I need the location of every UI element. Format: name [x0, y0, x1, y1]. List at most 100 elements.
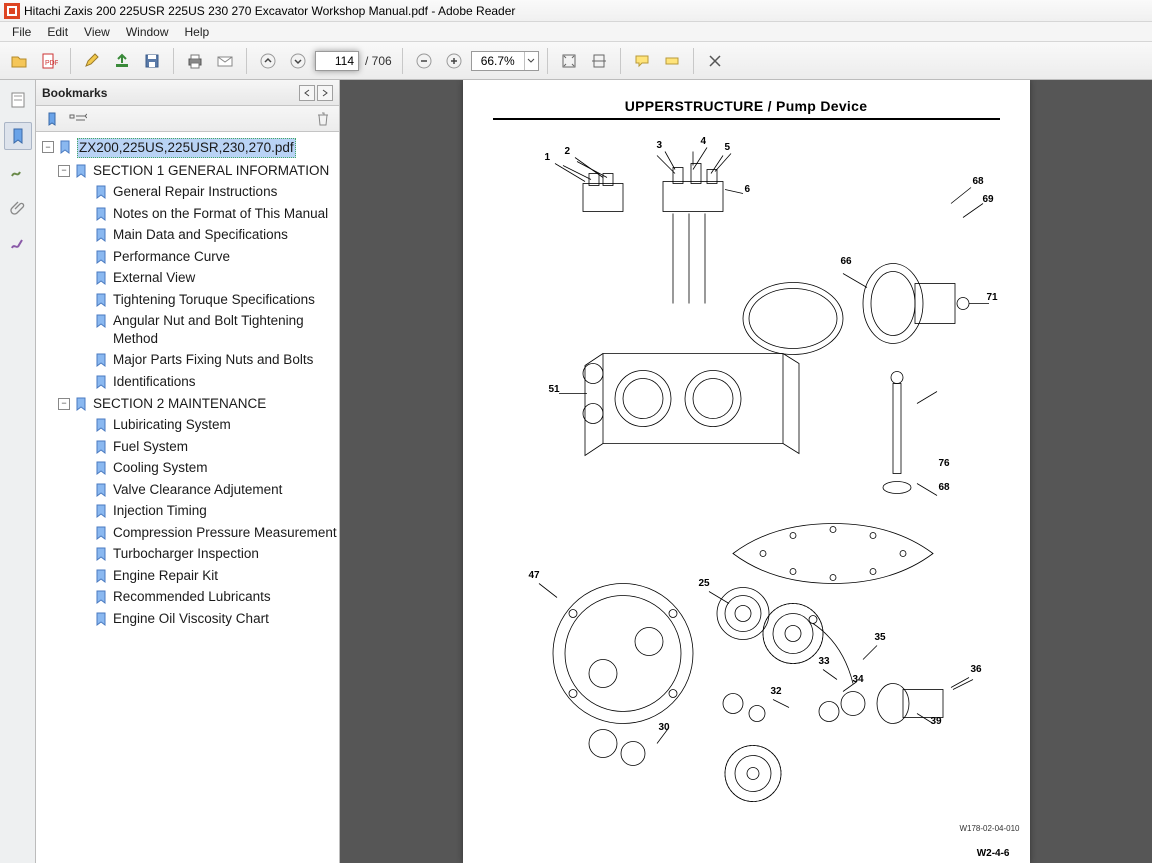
bookmarks-tree[interactable]: −ZX200,225US,225USR,230,270.pdf−SECTION …	[36, 132, 339, 863]
tree-toggle[interactable]: −	[58, 165, 70, 177]
comment-button[interactable]	[629, 48, 655, 74]
menu-window[interactable]: Window	[118, 23, 177, 41]
bookmark-item[interactable]: Lubiricating System	[38, 414, 337, 436]
collapse-button[interactable]	[299, 85, 315, 101]
bookmark-item[interactable]: Performance Curve	[38, 246, 337, 268]
save-button[interactable]	[139, 48, 165, 74]
callout-34: 34	[853, 674, 864, 685]
highlight-button[interactable]	[659, 48, 685, 74]
callout-32: 32	[771, 686, 782, 697]
bookmark-item[interactable]: Angular Nut and Bolt Tightening Method	[38, 310, 337, 349]
bookmark-label: General Repair Instructions	[113, 183, 277, 201]
zoom-dropdown[interactable]	[524, 52, 538, 70]
bookmark-label: Injection Timing	[113, 502, 207, 520]
bookmark-root[interactable]: −ZX200,225US,225USR,230,270.pdf	[38, 136, 337, 160]
bookmark-item[interactable]: General Repair Instructions	[38, 181, 337, 203]
create-pdf-button[interactable]: PDF	[36, 48, 62, 74]
bookmark-item[interactable]: Identifications	[38, 371, 337, 393]
callout-6: 6	[745, 184, 751, 195]
document-viewer[interactable]: UPPERSTRUCTURE / Pump Device	[340, 80, 1152, 863]
bookmark-item[interactable]: Recommended Lubricants	[38, 586, 337, 608]
callout-71: 71	[987, 292, 998, 303]
zoom-out-button[interactable]	[411, 48, 437, 74]
fit-page-button[interactable]	[556, 48, 582, 74]
fit-width-button[interactable]	[586, 48, 612, 74]
zoom-input-wrap	[471, 51, 539, 71]
zoom-in-button[interactable]	[441, 48, 467, 74]
read-mode-button[interactable]	[702, 48, 728, 74]
sign-tab[interactable]	[4, 230, 32, 258]
new-bookmark-button[interactable]	[42, 109, 62, 129]
bookmark-icon	[93, 227, 109, 243]
bookmark-section[interactable]: −SECTION 1 GENERAL INFORMATION	[38, 160, 337, 182]
tree-toggle[interactable]: −	[42, 141, 54, 153]
bookmark-icon	[93, 292, 109, 308]
callout-4: 4	[701, 136, 707, 147]
bookmark-icon	[93, 352, 109, 368]
bookmark-item[interactable]: Tightening Toruque Specifications	[38, 289, 337, 311]
nav-strip	[0, 80, 36, 863]
bookmark-label: Identifications	[113, 373, 196, 391]
bookmarks-tab[interactable]	[4, 122, 32, 150]
tree-toggle[interactable]: −	[58, 398, 70, 410]
bookmarks-header: Bookmarks	[36, 80, 339, 106]
email-button[interactable]	[212, 48, 238, 74]
bookmark-item[interactable]: Valve Clearance Adjutement	[38, 479, 337, 501]
bookmark-label: Engine Oil Viscosity Chart	[113, 610, 269, 628]
page-number: W2-4-6	[977, 848, 1010, 859]
bookmark-item[interactable]: Cooling System	[38, 457, 337, 479]
bookmark-icon	[73, 396, 89, 412]
bookmark-icon	[93, 439, 109, 455]
page-up-button[interactable]	[255, 48, 281, 74]
separator	[246, 48, 247, 74]
bookmark-item[interactable]: Major Parts Fixing Nuts and Bolts	[38, 349, 337, 371]
options-button[interactable]	[68, 109, 88, 129]
attachments-tab[interactable]	[4, 194, 32, 222]
callout-69: 69	[983, 194, 994, 205]
callout-1: 1	[545, 152, 551, 163]
thumbnails-tab[interactable]	[4, 86, 32, 114]
exploded-diagram: 1 2 3 4 5 6 25 30 32 33 34 35 36 39 47 5…	[493, 140, 1000, 827]
bookmark-icon	[93, 270, 109, 286]
bookmarks-tools	[36, 106, 339, 132]
callout-33: 33	[819, 656, 830, 667]
callout-39: 39	[931, 716, 942, 727]
title-rule	[493, 118, 1000, 120]
print-button[interactable]	[182, 48, 208, 74]
separator	[402, 48, 403, 74]
bookmark-icon	[93, 184, 109, 200]
page-number-input[interactable]	[315, 51, 359, 71]
bookmark-item[interactable]: Injection Timing	[38, 500, 337, 522]
bookmark-item[interactable]: Main Data and Specifications	[38, 224, 337, 246]
bookmark-item[interactable]: Turbocharger Inspection	[38, 543, 337, 565]
export-button[interactable]	[109, 48, 135, 74]
separator	[173, 48, 174, 74]
bookmark-item[interactable]: Engine Repair Kit	[38, 565, 337, 587]
expand-button[interactable]	[317, 85, 333, 101]
menu-file[interactable]: File	[4, 23, 39, 41]
menu-edit[interactable]: Edit	[39, 23, 76, 41]
separator	[693, 48, 694, 74]
delete-bookmark-button[interactable]	[313, 109, 333, 129]
callout-2: 2	[565, 146, 571, 157]
page-count-label: / 706	[363, 54, 394, 68]
bookmark-item[interactable]: External View	[38, 267, 337, 289]
callout-35: 35	[875, 632, 886, 643]
bookmark-item[interactable]: Fuel System	[38, 436, 337, 458]
bookmark-label: SECTION 2 MAINTENANCE	[93, 395, 266, 413]
open-button[interactable]	[6, 48, 32, 74]
bookmark-icon	[93, 206, 109, 222]
bookmark-item[interactable]: Engine Oil Viscosity Chart	[38, 608, 337, 630]
signature-tab[interactable]	[4, 158, 32, 186]
edit-button[interactable]	[79, 48, 105, 74]
zoom-input[interactable]	[472, 52, 524, 70]
page-down-button[interactable]	[285, 48, 311, 74]
bookmark-item[interactable]: Compression Pressure Measurement	[38, 522, 337, 544]
bookmark-icon	[93, 313, 109, 329]
bookmark-icon	[93, 417, 109, 433]
bookmark-label: Notes on the Format of This Manual	[113, 205, 328, 223]
bookmark-section[interactable]: − SECTION 2 MAINTENANCE	[38, 393, 337, 415]
menu-help[interactable]: Help	[177, 23, 218, 41]
menu-view[interactable]: View	[76, 23, 118, 41]
bookmark-item[interactable]: Notes on the Format of This Manual	[38, 203, 337, 225]
